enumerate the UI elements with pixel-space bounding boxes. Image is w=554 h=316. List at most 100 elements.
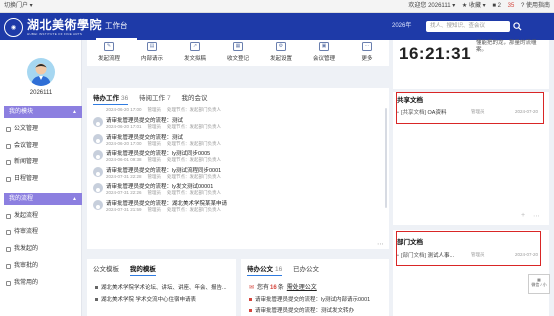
section-label: 我的流程 <box>9 196 34 202</box>
sidebar-item-document-mgmt[interactable]: 公文管理 <box>6 124 38 135</box>
tab-todo-work[interactable]: 待办工作 36 <box>93 92 129 105</box>
quick-app-label: 收文登记 <box>226 56 249 62</box>
task-meta: 2024-07-31 22:26 管理员 处理节点：发起部门负责人 <box>106 190 227 196</box>
list-item[interactable]: 请审批管理员提交的流程：测试发文转办 <box>249 306 354 314</box>
search-icon[interactable] <box>512 21 523 32</box>
top-bar-right: 欢迎您 2026111 ▾ ★ 收藏 ▾ ■ 2 35 ? 使用指南 <box>403 0 550 13</box>
scrollbar[interactable] <box>385 108 387 208</box>
bullet-icon <box>249 298 252 302</box>
tab-done-docs[interactable]: 已办公文 <box>293 263 319 273</box>
task-time: 2024-07-31 21:59 <box>106 206 142 212</box>
tab-official-templates[interactable]: 公文模板 <box>93 263 119 273</box>
document-icon <box>6 127 11 132</box>
tab-label: 公文模板 <box>93 266 119 273</box>
list-item[interactable]: 请审批管理员提交的流程：ly发文测试00001 2024-07-31 22:26… <box>91 181 379 198</box>
quick-app-receive-register[interactable]: ▦ 收文登记 <box>220 42 256 62</box>
template-tabs: 公文模板 我的模板 <box>93 263 165 276</box>
quick-app-flow-settings[interactable]: ⚙ 发起设置 <box>263 42 299 62</box>
search-input[interactable]: 找人、搜知识、查会议 <box>426 21 510 32</box>
task-time: 2024-07-31 22:26 <box>106 190 142 195</box>
list-item[interactable]: 请审批管理员提交的流程：ly测试流程同步0001 2024-07-31 22:2… <box>91 165 379 182</box>
task-owner: 管理员 <box>147 124 162 129</box>
section-my-flows[interactable]: 我的流程 ▲ <box>4 193 82 205</box>
avatar[interactable] <box>27 58 55 86</box>
bullet-icon <box>95 286 98 290</box>
calendar-icon <box>6 177 11 182</box>
task-meta: 2024-07-31 22:28 管理员 处理节点：发起部门负责人 <box>106 174 227 180</box>
task-node: 处理节点：发起部门负责人 <box>167 140 222 146</box>
tab-my-templates[interactable]: 我的模板 <box>129 263 156 276</box>
task-time: 2024-06-20 17:00 <box>106 107 142 112</box>
tab-workbench[interactable]: 工作台 <box>96 13 137 40</box>
avatar <box>93 133 103 144</box>
quick-app-label: 发起设置 <box>269 56 292 62</box>
more-icon[interactable]: ⋯ <box>377 240 384 248</box>
float-widget[interactable]: ▦ 微信 / 小 <box>528 274 550 294</box>
task-owner: 管理员 <box>147 173 162 179</box>
news-icon <box>6 160 11 165</box>
school-logo[interactable]: ◉ 湖北美術學院 HUBEI INSTITUTE OF FINE ARTS <box>4 17 102 37</box>
sidebar-item-pending-flow[interactable]: 待审流程 <box>6 227 38 238</box>
list-item[interactable]: 请审批管理员提交的流程：ly测试内部请示0001 <box>249 295 370 303</box>
todo-tabs: 待办工作 36 待阅工作 7 我的会议 <box>93 92 216 105</box>
quick-app-draft-document[interactable]: ↗ 发文拟稿 <box>177 42 213 62</box>
more-icon[interactable]: ⋯ <box>533 212 540 220</box>
school-name-block: 湖北美術學院 HUBEI INSTITUTE OF FINE ARTS <box>27 18 102 36</box>
sidebar-item-my-frequent[interactable]: 我常用的 <box>6 278 38 289</box>
add-icon[interactable]: + <box>521 212 525 219</box>
portal-switch[interactable]: 切换门户 ▾ <box>4 0 33 13</box>
seal-icon: ◉ <box>4 17 23 37</box>
sidebar-item-label: 新闻管理 <box>14 159 39 165</box>
favorites-menu[interactable]: ★ 收藏 ▾ <box>462 3 486 9</box>
sidebar-item-my-approved[interactable]: 我审批的 <box>6 261 38 272</box>
tag-badge[interactable]: ■ 2 <box>492 3 501 9</box>
list-item[interactable]: 2024-06-20 17:00 管理员 处理节点：发起部门负责人 <box>91 106 379 115</box>
highlight-box <box>396 231 541 266</box>
todo-list: 2024-06-20 17:00 管理员 处理节点：发起部门负责人 请审批管理员提交… <box>91 106 379 214</box>
sidebar-item-schedule-mgmt[interactable]: 日程管理 <box>6 174 38 185</box>
quick-app-label: 会议管理 <box>312 56 335 62</box>
task-owner: 管理员 <box>147 206 162 212</box>
list-item[interactable]: 请审批管理员提交的流程：测试 2024-06-20 17:00 管理员 处理节点：发… <box>91 132 379 149</box>
pending-docs-link[interactable]: 需处理公文 <box>287 285 317 291</box>
tab-label: 待阅工作 <box>139 95 166 102</box>
tab-count: 16 <box>275 266 283 273</box>
quick-app-meeting-mgmt[interactable]: ▣ 会议管理 <box>306 42 342 62</box>
notification-count[interactable]: 35 <box>508 3 515 9</box>
list-item[interactable]: 请审批管理员提交的流程：湖北美术学院某某申请 2024-07-31 21:59 管… <box>91 198 379 215</box>
tab-count: 36 <box>121 95 129 102</box>
chevron-up-icon: ▲ <box>72 109 77 115</box>
sidebar-item-my-started[interactable]: 我发起的 <box>6 244 38 255</box>
main-header: ◉ 湖北美術學院 HUBEI INSTITUTE OF FINE ARTS 工作… <box>0 13 554 40</box>
tab-label: 待办公文 <box>247 266 273 273</box>
list-item[interactable]: 湖北美术学院 学术交流中心住宿申请表 <box>95 295 196 303</box>
sidebar-item-start-flow[interactable]: 发起流程 <box>6 211 38 222</box>
inbox-icon: ▤ <box>147 42 157 51</box>
list-item[interactable]: 请审批管理员提交的流程：测试 2024-06-20 17:01 管理员 处理节点：发… <box>91 115 379 132</box>
tab-to-read[interactable]: 待阅工作 7 <box>139 92 171 102</box>
quick-app-internal-request[interactable]: ▤ 内部请示 <box>134 42 170 62</box>
tab-label: 我的会议 <box>181 95 208 102</box>
list-item[interactable]: 湖北美术学院学术论坛、讲坛、讲座、年会、报告... <box>95 283 227 291</box>
avatar <box>93 117 103 127</box>
quick-app-more[interactable]: ⋯ 更多 <box>349 42 385 62</box>
template-name: 湖北美术学院 学术交流中心住宿申请表 <box>101 297 197 303</box>
templates-panel: 公文模板 我的模板 湖北美术学院学术论坛、讲坛、讲座、年会、报告... 湖北美术… <box>87 259 236 316</box>
sidebar-item-label: 日程管理 <box>14 176 39 182</box>
task-meta: 2024-07-31 21:59 管理员 处理节点：发起部门负责人 <box>106 207 227 213</box>
help-link[interactable]: ? 使用指南 <box>521 3 550 9</box>
tab-pending-docs[interactable]: 待办公文 16 <box>247 263 283 276</box>
task-title: 请审批管理员提交的流程：ly测试同步0005 <box>106 151 211 157</box>
user-menu[interactable]: 欢迎您 2026111 ▾ <box>408 3 455 9</box>
list-item[interactable]: 请审批管理员提交的流程：ly测试同步0005 2024-06-01 09:38 管… <box>91 148 379 165</box>
sidebar-item-news-mgmt[interactable]: 新闻管理 <box>6 157 38 168</box>
quick-app-start-flow[interactable]: ✎ 发起流程 <box>91 42 127 62</box>
flow-icon <box>6 264 11 269</box>
quick-app-label: 发起流程 <box>97 56 120 62</box>
section-my-modules[interactable]: 我的模块 ▲ <box>4 106 82 118</box>
sidebar-item-meeting-mgmt[interactable]: 会议管理 <box>6 141 38 152</box>
tab-my-meetings[interactable]: 我的会议 <box>181 92 207 102</box>
clock-panel: 16:21:31 懂能把的龙，那量的流缰 案。 <box>393 40 549 89</box>
task-node: 处理节点：发起部门负责人 <box>167 107 222 112</box>
sidebar-item-label: 我常用的 <box>14 280 39 286</box>
